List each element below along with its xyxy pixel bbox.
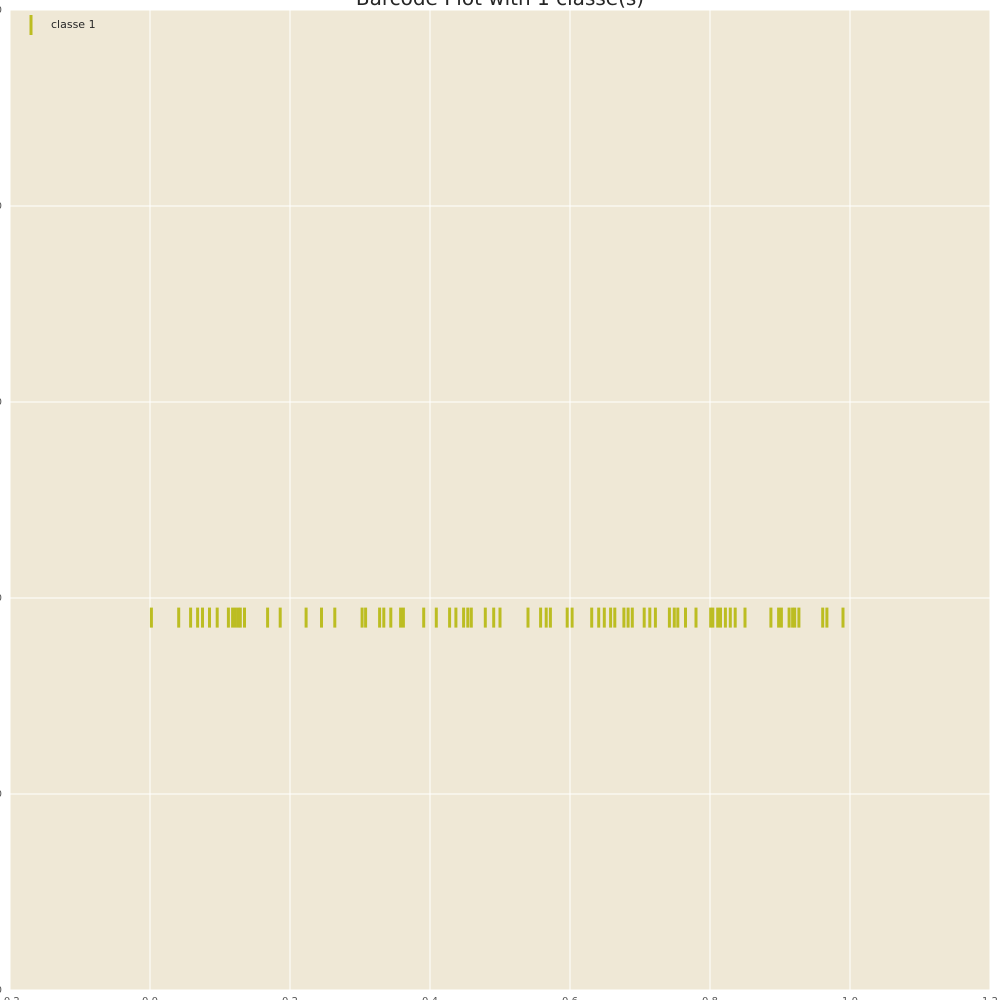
y-tick-label: 0 xyxy=(0,5,2,16)
x-tick-label: 0.8 xyxy=(702,996,718,1000)
y-tick-labels: 0 0 0 0 0 0 xyxy=(0,5,2,996)
x-tick-label: 0.0 xyxy=(142,996,158,1000)
x-tick-label: 0.2 xyxy=(282,996,298,1000)
plot-background xyxy=(10,10,990,990)
y-tick-label: 0 xyxy=(0,789,2,800)
x-tick-label: 1.0 xyxy=(842,996,858,1000)
x-tick-labels: -0.2 0.0 0.2 0.4 0.6 0.8 1.0 1.2 xyxy=(0,996,998,1000)
x-tick-label: -0.2 xyxy=(0,996,20,1000)
y-tick-label: 0 xyxy=(0,397,2,408)
x-tick-label: 0.4 xyxy=(422,996,438,1000)
y-tick-label: 0 xyxy=(0,985,2,996)
barcode-chart: -0.2 0.0 0.2 0.4 0.6 0.8 1.0 1.2 0 0 0 0 0 0 classe … xyxy=(0,0,998,1000)
x-tick-label: 1.2 xyxy=(982,996,998,1000)
y-tick-label: 0 xyxy=(0,593,2,604)
y-tick-label: 0 xyxy=(0,201,2,212)
x-tick-label: 0.6 xyxy=(562,996,578,1000)
legend-label: classe 1 xyxy=(51,18,96,31)
chart-title: Barcode Plot with 1 classe(s) xyxy=(356,0,644,10)
